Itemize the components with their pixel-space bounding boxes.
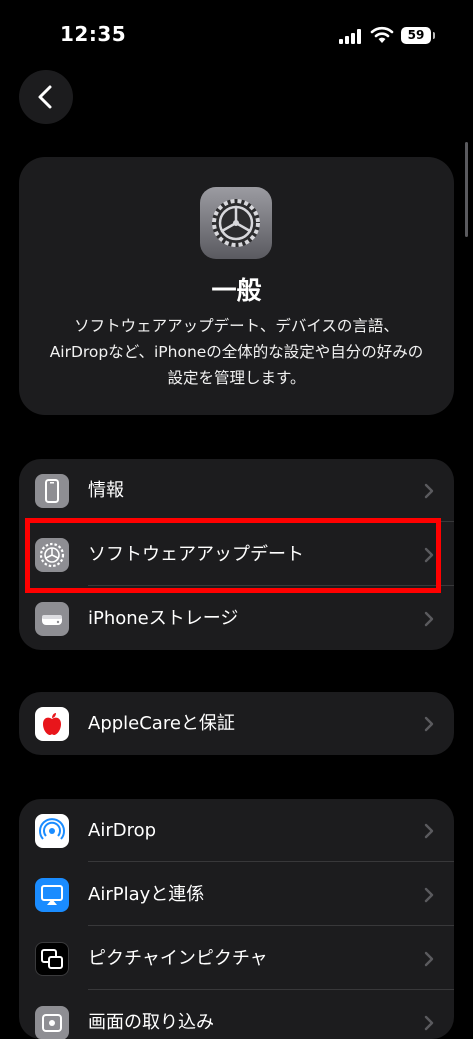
settings-row-label: AppleCareと保証 bbox=[88, 713, 235, 734]
highlight-box bbox=[25, 518, 441, 593]
chevron-right-icon bbox=[424, 483, 434, 499]
settings-gear-icon bbox=[200, 187, 272, 259]
phone-info-icon bbox=[35, 474, 69, 508]
chevron-right-icon bbox=[424, 951, 434, 967]
chevron-right-icon bbox=[424, 823, 434, 839]
page-description: ソフトウェアアップデート、デバイスの言語、AirDropなど、iPhoneの全体… bbox=[49, 317, 424, 387]
airdrop-icon bbox=[35, 814, 69, 848]
apple-logo-icon bbox=[35, 707, 69, 741]
status-bar: 12:35 59 bbox=[0, 0, 473, 60]
settings-row-label: 情報 bbox=[88, 480, 124, 501]
chevron-right-icon bbox=[424, 611, 434, 627]
settings-row-label: AirPlayと連係 bbox=[88, 884, 205, 905]
picture-in-picture-icon bbox=[35, 942, 69, 976]
cellular-signal-icon bbox=[339, 28, 363, 44]
settings-row-about[interactable]: 情報 bbox=[19, 459, 454, 522]
settings-row-label: ピクチャインピクチャ bbox=[88, 948, 268, 969]
chevron-left-icon bbox=[38, 85, 52, 109]
settings-row-iphone-storage[interactable]: iPhoneストレージ bbox=[19, 587, 454, 650]
storage-icon bbox=[35, 602, 69, 636]
wifi-icon bbox=[370, 26, 394, 43]
settings-row-label: AirDrop bbox=[88, 820, 157, 841]
settings-row-applecare[interactable]: AppleCareと保証 bbox=[19, 692, 454, 755]
screen-capture-icon bbox=[35, 1006, 69, 1039]
settings-row-picture-in-picture[interactable]: ピクチャインピクチャ bbox=[19, 927, 454, 990]
airplay-icon bbox=[35, 878, 69, 912]
settings-row-airplay[interactable]: AirPlayと連係 bbox=[19, 863, 454, 926]
chevron-right-icon bbox=[424, 1015, 434, 1031]
page-title: 一般 bbox=[211, 276, 262, 305]
battery-indicator: 59 bbox=[401, 27, 435, 44]
settings-row-label: iPhoneストレージ bbox=[88, 608, 239, 629]
settings-row-label: 画面の取り込み bbox=[88, 1012, 214, 1033]
settings-row-screen-capture[interactable]: 画面の取り込み bbox=[19, 991, 454, 1039]
settings-group-connectivity: AirDrop AirPlayと連係 ピクチャインピクチャ 画面の取り込み bbox=[19, 799, 454, 1039]
chevron-right-icon bbox=[424, 716, 434, 732]
settings-row-airdrop[interactable]: AirDrop bbox=[19, 799, 454, 862]
scrollbar[interactable] bbox=[465, 142, 468, 237]
status-time: 12:35 bbox=[60, 22, 127, 46]
back-button[interactable] bbox=[19, 70, 73, 124]
general-header-card: 一般 ソフトウェアアップデート、デバイスの言語、AirDropなど、iPhone… bbox=[19, 157, 454, 415]
chevron-right-icon bbox=[424, 887, 434, 903]
settings-group-applecare: AppleCareと保証 bbox=[19, 692, 454, 755]
